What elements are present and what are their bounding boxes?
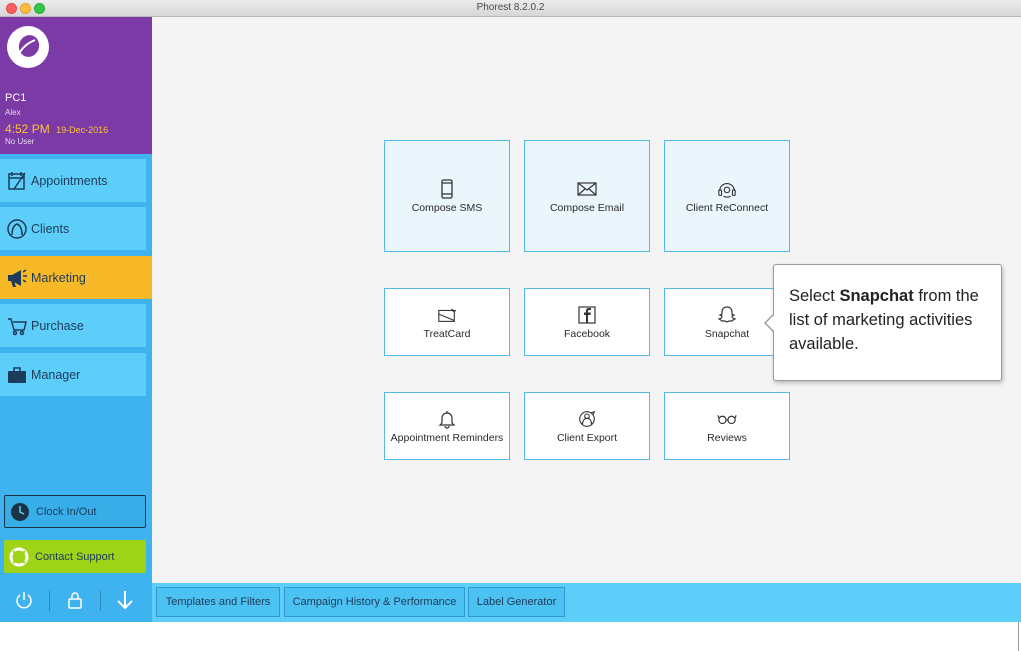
megaphone-icon [2,263,32,293]
sidebar-footer [0,585,152,615]
facebook-tile[interactable]: Facebook [524,288,650,356]
appointment-reminders-label: Appointment Reminders [390,431,504,444]
cart-icon [2,311,32,341]
compose-sms-label: Compose SMS [411,201,483,214]
lock-icon[interactable] [64,589,86,611]
label-generator-button[interactable]: Label Generator [468,587,565,617]
appointment-reminders-tile[interactable]: Appointment Reminders [384,392,510,460]
callout-highlight: Snapchat [839,287,914,305]
export-icon [577,409,597,429]
nav-label-purchase: Purchase [31,318,84,333]
clock-time: 4:52 PM [5,122,50,136]
appointments-icon [2,166,32,196]
callout-pointer-fill [766,314,775,332]
nav-label-marketing: Marketing [31,270,86,285]
contact-support-label: Contact Support [35,550,115,563]
treatcard-tile[interactable]: TreatCard [384,288,510,356]
facebook-label: Facebook [563,327,611,340]
nav-label-manager: Manager [31,367,81,382]
client-export-label: Client Export [556,431,618,444]
facebook-icon [577,305,597,325]
sidebar: PC1 Alex 4:52 PM 19-Dec-2016 No User App… [0,17,152,622]
clock-in-out-label: Clock In/Out [36,505,97,518]
power-icon[interactable] [13,589,35,611]
compose-email-label: Compose Email [549,201,625,214]
lifebuoy-icon [9,547,29,567]
footer-divider [49,591,50,611]
reviews-tile[interactable]: Reviews [664,392,790,460]
stopwatch-icon [10,502,30,522]
envelope-icon [577,179,597,199]
window-edge [1018,622,1019,651]
user-name: Alex [5,108,21,117]
snapchat-icon [717,305,737,325]
treatcard-icon [437,305,457,325]
download-arrow-icon[interactable] [114,589,136,611]
nav-item-manager[interactable]: Manager [0,353,146,396]
clients-icon [2,214,32,244]
clock-in-out-button[interactable]: Clock In/Out [4,495,146,528]
nav-item-marketing[interactable]: Marketing [0,256,152,299]
window-title: Phorest 8.2.0.2 [476,2,545,13]
clock: 4:52 PM 19-Dec-2016 [5,120,108,138]
callout-text-before: Select [789,287,840,305]
client-reconnect-label: Client ReConnect [685,201,769,214]
title-bar: Phorest 8.2.0.2 [0,0,1021,17]
nav-label-clients: Clients [31,221,70,236]
nav-label-appointments: Appointments [31,173,108,188]
headset-icon [717,179,737,199]
nav-item-appointments[interactable]: Appointments [0,159,146,202]
client-reconnect-tile[interactable]: Client ReConnect [664,140,790,252]
snapchat-label: Snapchat [704,327,750,340]
phone-icon [437,178,457,199]
bell-icon [437,409,457,429]
treatcard-label: TreatCard [423,327,471,340]
user-status: No User [5,137,35,146]
phorest-logo [7,26,49,68]
compose-sms-tile[interactable]: Compose SMS [384,140,510,252]
window-bottom-margin [0,622,1021,651]
briefcase-icon [2,360,32,390]
templates-and-filters-button[interactable]: Templates and Filters [156,587,280,617]
pc-name: PC1 [5,92,27,104]
nav-item-purchase[interactable]: Purchase [0,304,146,347]
glasses-icon [717,409,737,429]
footer-divider [100,591,101,611]
contact-support-button[interactable]: Contact Support [4,540,146,573]
snapchat-callout: Select Snapchat from the list of marketi… [773,264,1002,381]
nav-item-clients[interactable]: Clients [0,207,146,250]
client-export-tile[interactable]: Client Export [524,392,650,460]
bottom-toolbar: Templates and Filters Campaign History &… [152,583,1021,622]
compose-email-tile[interactable]: Compose Email [524,140,650,252]
campaign-history-button[interactable]: Campaign History & Performance [284,587,465,617]
clock-date: 19-Dec-2016 [56,125,109,135]
reviews-label: Reviews [707,431,747,444]
profile-panel: PC1 Alex 4:52 PM 19-Dec-2016 No User [0,17,152,154]
